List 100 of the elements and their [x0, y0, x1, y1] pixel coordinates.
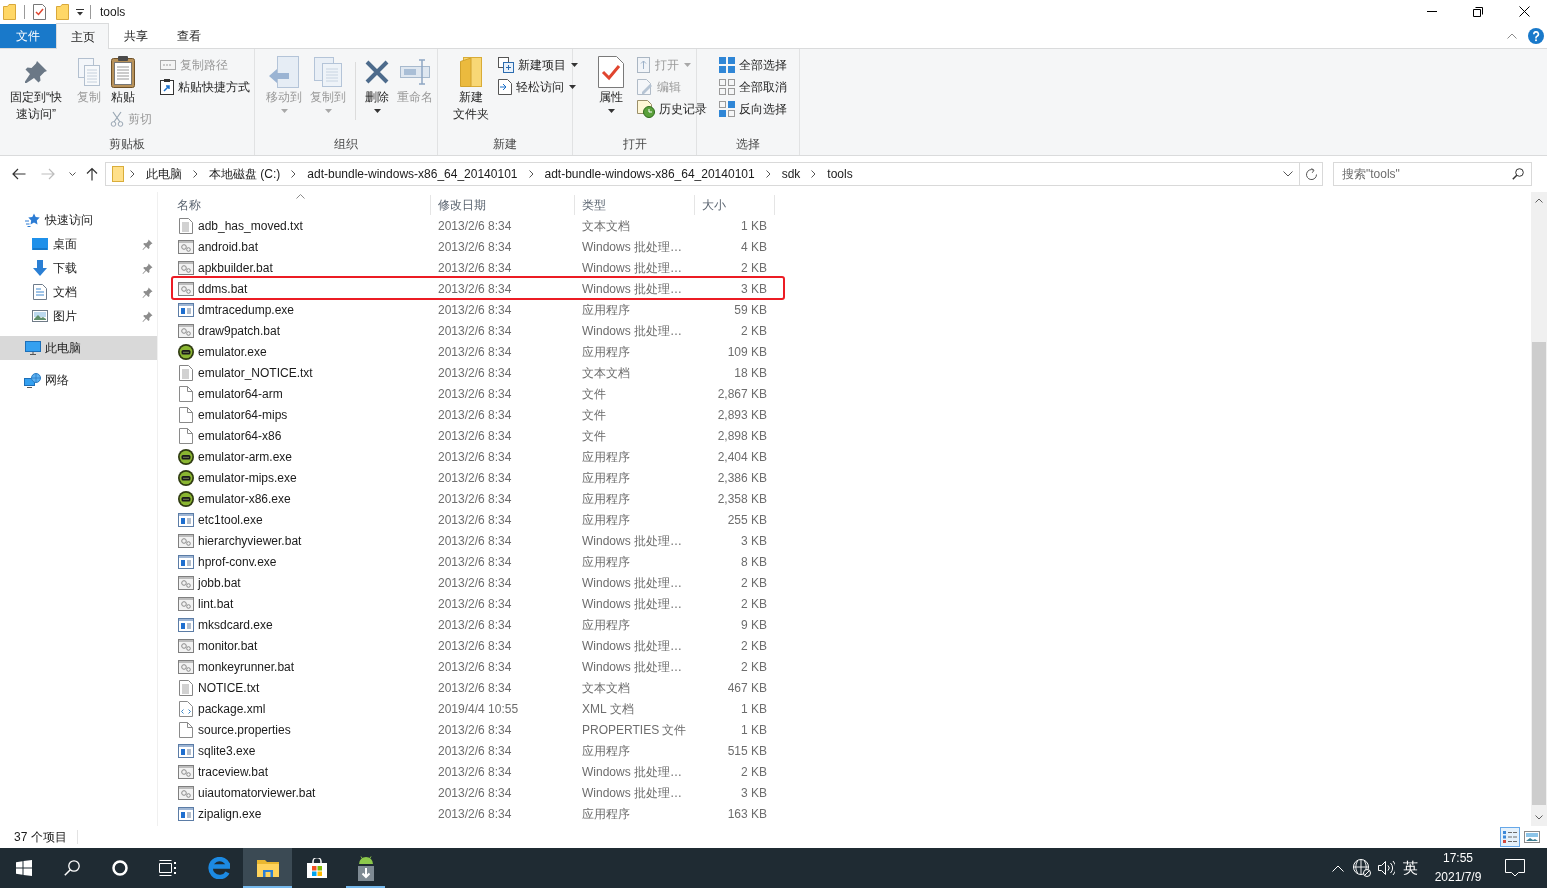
breadcrumb[interactable]: 本地磁盘 (C:) — [204, 165, 286, 183]
ribbon-button[interactable]: 全部取消 — [717, 76, 789, 98]
document-icon — [33, 284, 47, 300]
gear-window-icon — [178, 637, 194, 654]
file-name[interactable]: traceview.bat — [198, 762, 269, 781]
file-name[interactable]: etc1tool.exe — [198, 510, 263, 529]
help-button[interactable] — [1528, 27, 1544, 44]
ribbon-button[interactable]: 新建文件夹 — [450, 54, 492, 125]
ribbon-button[interactable]: 固定到“快速访问” — [2, 54, 70, 125]
file-tab[interactable]: 文件 — [0, 24, 56, 48]
breadcrumb[interactable]: 此电脑 — [141, 165, 187, 183]
ribbon-button[interactable]: 属性 — [595, 54, 627, 115]
blank-file-icon — [179, 406, 193, 423]
file-name[interactable]: package.xml — [198, 699, 266, 718]
file-name[interactable]: monkeyrunner.bat — [198, 657, 295, 676]
file-type: Windows 批处理… — [581, 658, 683, 676]
scrollbar[interactable] — [1531, 192, 1547, 826]
file-name[interactable]: zipalign.exe — [198, 804, 262, 823]
folder-icon — [3, 3, 16, 20]
file-name[interactable]: emulator-mips.exe — [198, 468, 297, 487]
file-type: 应用程序 — [581, 742, 631, 760]
file-name[interactable]: jobb.bat — [198, 573, 241, 592]
page-arrow-icon — [269, 55, 299, 88]
ribbon-button[interactable]: 新建项目 — [496, 54, 580, 76]
file-name[interactable]: dmtracedump.exe — [198, 300, 295, 319]
file-type: 应用程序 — [581, 343, 631, 361]
close-icon — [1518, 6, 1530, 17]
file-name[interactable]: hprof-conv.exe — [198, 552, 277, 571]
code-file-icon — [179, 700, 193, 717]
file-name[interactable]: draw9patch.bat — [198, 321, 281, 340]
file-name[interactable]: emulator64-arm — [198, 384, 283, 403]
taskbar-app[interactable] — [243, 848, 292, 888]
chevron-right-icon — [528, 170, 534, 178]
file-type: Windows 批处理… — [581, 238, 683, 256]
breadcrumb[interactable]: tools — [822, 165, 858, 183]
modified-date: 2013/2/6 8:34 — [437, 532, 513, 550]
file-name[interactable]: emulator-arm.exe — [198, 447, 293, 466]
file-type: Windows 批处理… — [581, 532, 683, 550]
restore-icon — [1473, 6, 1483, 17]
file-name[interactable]: hierarchyviewer.bat — [198, 531, 302, 550]
breadcrumb[interactable]: adt-bundle-windows-x86_64_20140101 — [302, 165, 523, 183]
column-header[interactable]: 修改日期 — [431, 195, 575, 215]
ribbon-button[interactable]: 反向选择 — [717, 98, 789, 120]
file-name[interactable]: ddms.bat — [198, 279, 248, 298]
ribbon-tab[interactable]: 共享 — [109, 24, 162, 48]
file-name[interactable]: emulator64-x86 — [198, 426, 282, 445]
ribbon-tab[interactable]: 查看 — [162, 24, 215, 48]
ribbon-button[interactable]: 粘贴 — [108, 54, 138, 108]
nav-item[interactable]: 下载 — [0, 256, 157, 280]
nav-item[interactable]: 文档 — [0, 280, 157, 304]
file-name[interactable]: emulator_NOTICE.txt — [198, 363, 313, 382]
input-method-indicator[interactable]: 英 — [1398, 848, 1422, 888]
file-name[interactable]: emulator64-mips — [198, 405, 288, 424]
up-arrow-icon — [86, 167, 98, 181]
round-screen-icon — [178, 490, 194, 507]
nav-item[interactable]: 快速访问 — [0, 208, 157, 232]
file-type: 应用程序 — [581, 448, 631, 466]
modified-date: 2013/2/6 8:34 — [437, 238, 513, 256]
chevron-right-icon — [130, 170, 135, 178]
refresh-button[interactable] — [1300, 162, 1323, 186]
file-type: Windows 批处理… — [581, 322, 683, 340]
ribbon-button[interactable]: 全部选择 — [717, 54, 789, 76]
nav-item[interactable]: 此电脑 — [0, 336, 157, 360]
file-name[interactable]: sqlite3.exe — [198, 741, 256, 760]
ribbon-button[interactable]: 历史记录 — [635, 98, 709, 120]
caret-down-icon — [1535, 815, 1543, 820]
nav-item[interactable]: 图片 — [0, 304, 157, 328]
search-field[interactable]: 搜索"tools" — [1333, 162, 1532, 186]
group-label: 新建 — [492, 136, 518, 153]
file-name[interactable]: monitor.bat — [198, 636, 258, 655]
ribbon-button[interactable]: 轻松访问 — [496, 76, 578, 98]
ribbon-tab[interactable]: 主页 — [56, 23, 109, 49]
nav-item[interactable]: 桌面 — [0, 232, 157, 256]
ribbon-button[interactable]: 删除 — [362, 54, 392, 115]
view-toggle-button[interactable] — [1500, 827, 1520, 847]
round-screen-icon — [178, 343, 194, 360]
file-name[interactable]: source.properties — [198, 720, 291, 739]
scrollbar-thumb[interactable] — [1532, 342, 1546, 805]
file-name[interactable]: NOTICE.txt — [198, 678, 260, 697]
file-name[interactable]: mksdcard.exe — [198, 615, 273, 634]
modified-date: 2013/2/6 8:34 — [437, 259, 513, 277]
nav-item[interactable]: 网络 — [0, 368, 157, 392]
clock[interactable]: 17:55 2021/7/9 — [1422, 848, 1494, 888]
file-name[interactable]: lint.bat — [198, 594, 234, 613]
ribbon-button[interactable]: 粘贴快捷方式 — [158, 76, 252, 98]
column-header[interactable]: 类型 — [575, 195, 695, 215]
file-name[interactable]: uiautomatorviewer.bat — [198, 783, 316, 802]
breadcrumb[interactable]: adt-bundle-windows-x86_64_20140101 — [539, 165, 760, 183]
file-name[interactable]: emulator.exe — [198, 342, 267, 361]
file-name[interactable]: apkbuilder.bat — [198, 258, 273, 277]
breadcrumb[interactable]: sdk — [776, 165, 806, 183]
file-name[interactable]: emulator-x86.exe — [198, 489, 291, 508]
column-header[interactable]: 大小 — [695, 195, 775, 215]
column-header[interactable]: 名称 — [170, 195, 431, 215]
file-name[interactable]: adb_has_moved.txt — [198, 216, 303, 235]
down-arrow-icon — [33, 260, 47, 276]
monitor-icon — [24, 341, 41, 355]
blank-file-icon — [179, 427, 193, 444]
file-name[interactable]: android.bat — [198, 237, 259, 256]
address-bar[interactable]: 此电脑 本地磁盘 (C:) adt-bundle-windows-x86_64_20140101 adt-bundle-windows-x86_64_20140101 sdk tools — [105, 162, 1300, 186]
